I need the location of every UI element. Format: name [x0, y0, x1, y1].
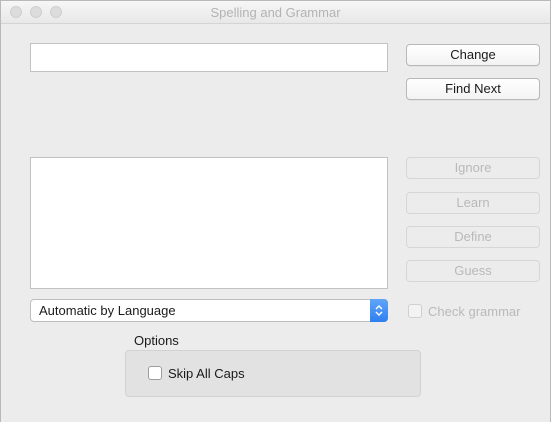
skip-all-caps-checkbox[interactable]: Skip All Caps — [148, 366, 245, 381]
options-heading: Options — [134, 333, 179, 348]
window-title: Spelling and Grammar — [210, 5, 341, 20]
skip-all-caps-label: Skip All Caps — [168, 366, 245, 381]
learn-button[interactable]: Learn — [406, 192, 540, 214]
ignore-button[interactable]: Ignore — [406, 157, 540, 179]
spelling-grammar-window: Spelling and Grammar Change Find Next Ig… — [0, 0, 551, 422]
checkbox-icon — [408, 304, 422, 318]
chevron-updown-icon — [370, 299, 388, 322]
find-next-button[interactable]: Find Next — [406, 78, 540, 100]
options-group: Skip All Caps — [125, 350, 421, 397]
check-grammar-label: Check grammar — [428, 304, 521, 319]
language-popup-value: Automatic by Language — [39, 303, 176, 318]
guess-button[interactable]: Guess — [406, 260, 540, 282]
language-popup[interactable]: Automatic by Language — [30, 299, 388, 322]
misspelled-word-field[interactable] — [30, 43, 388, 72]
check-grammar-checkbox[interactable]: Check grammar — [408, 304, 520, 319]
change-button[interactable]: Change — [406, 44, 540, 66]
define-button[interactable]: Define — [406, 226, 540, 248]
suggestions-list[interactable] — [30, 157, 388, 289]
title-bar[interactable]: Spelling and Grammar — [1, 1, 550, 24]
checkbox-icon — [148, 366, 162, 380]
